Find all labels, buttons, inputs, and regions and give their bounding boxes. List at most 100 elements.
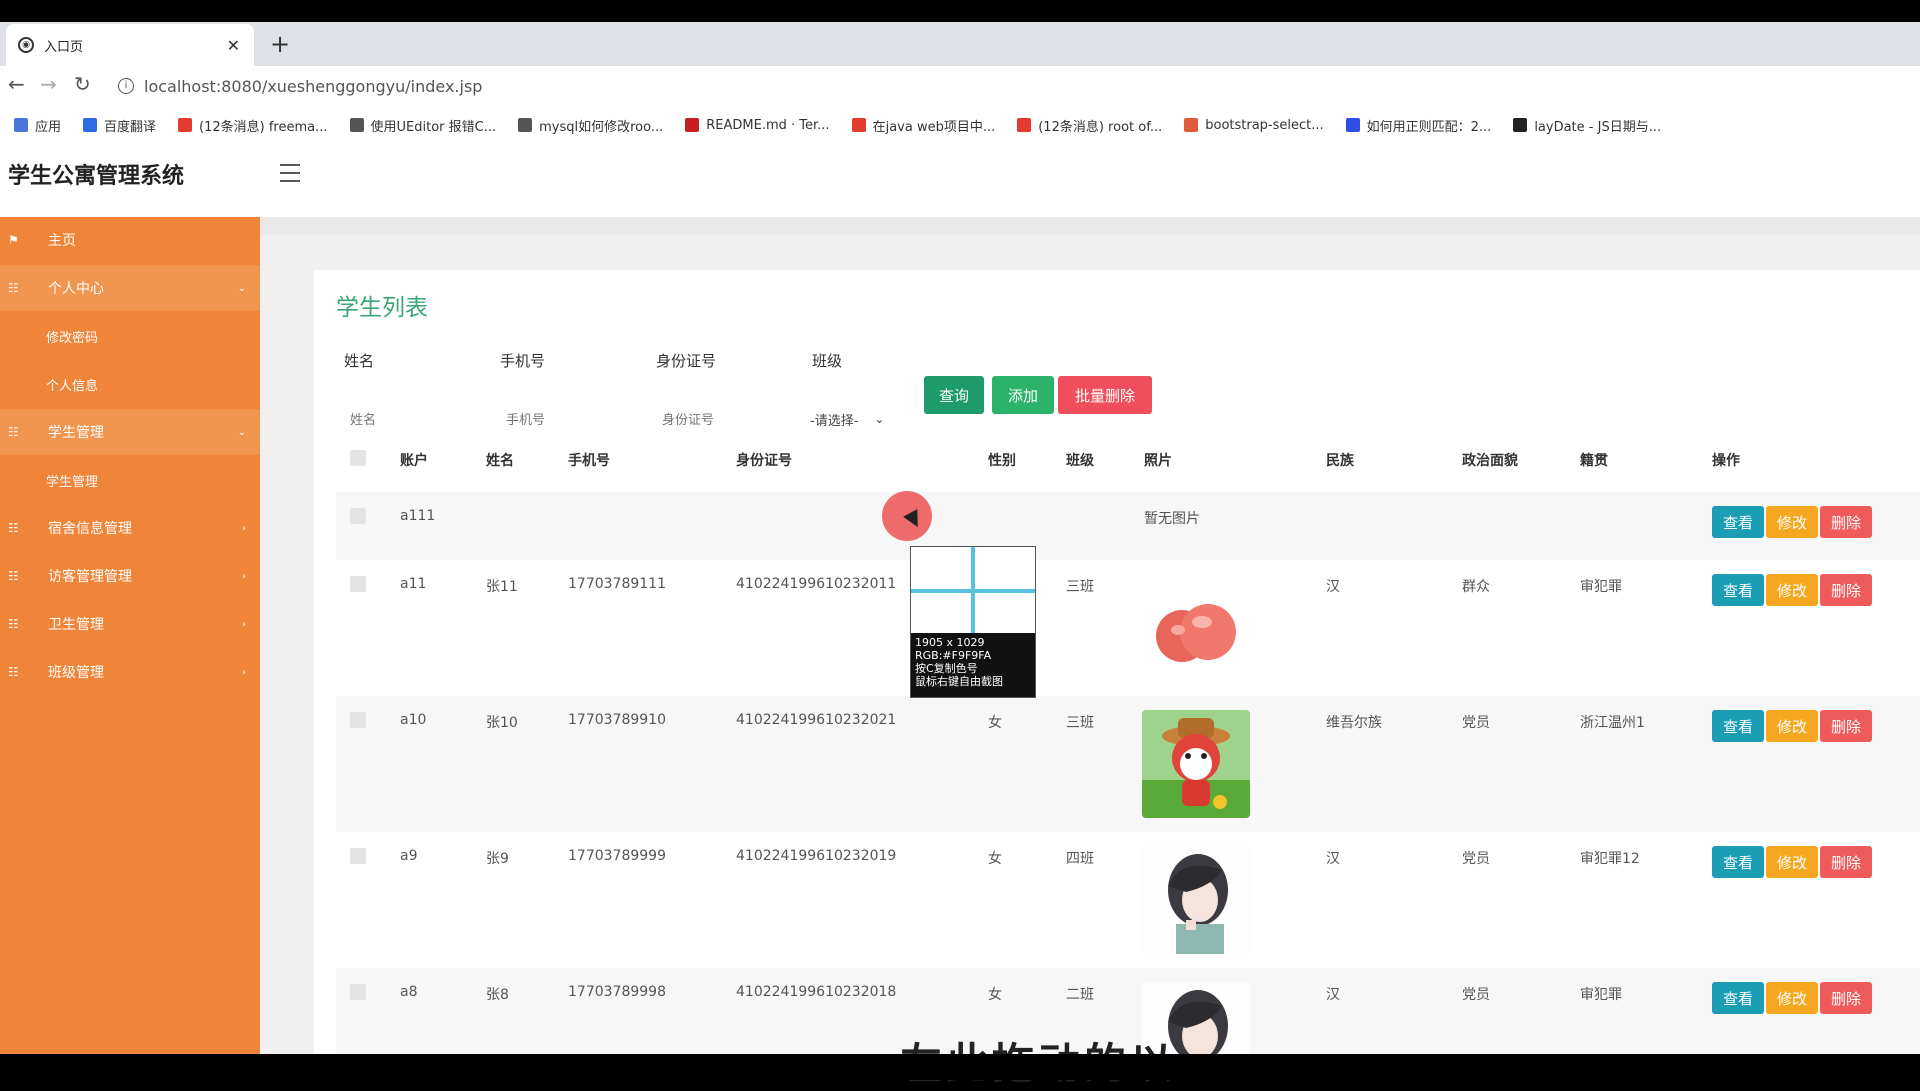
bookmark-label: mysql如何修改roo... xyxy=(539,119,664,135)
cell-account: a11 xyxy=(400,576,427,592)
bookmark-item[interactable]: 应用 xyxy=(14,116,61,135)
gitee-icon xyxy=(685,118,700,132)
edit-button[interactable]: 修改 xyxy=(1766,982,1818,1014)
bookmark-item[interactable]: bootstrap-select... xyxy=(1184,118,1324,133)
bookmark-item[interactable]: 如何用正则匹配：2... xyxy=(1345,116,1491,135)
view-button[interactable]: 查看 xyxy=(1712,710,1764,742)
color-picker-overlay: 1905 x 1029 RGB:#F9F9FA 按C复制色号 鼠标右键自由截图 xyxy=(910,546,1036,698)
view-button[interactable]: 查看 xyxy=(1712,574,1764,606)
grid-icon: ☷ xyxy=(8,617,19,631)
browser-tab[interactable]: ◉ 入口页 ✕ xyxy=(6,24,254,66)
cell-ethnicity: 汉 xyxy=(1326,851,1340,867)
sidebar-item[interactable]: 个人信息 xyxy=(0,361,260,407)
no-photo-text: 暂无图片 xyxy=(1144,511,1200,527)
table-header: 账户 姓名 手机号 身份证号 性别 班级 照片 民族 政治面貌 籍贯 操作 xyxy=(336,428,1920,493)
color-picker-info: 1905 x 1029 RGB:#F9F9FA 按C复制色号 鼠标右键自由截图 xyxy=(911,633,1035,697)
cell-political: 群众 xyxy=(1462,579,1490,595)
new-tab-button[interactable]: + xyxy=(270,30,290,58)
column-header: 政治面貌 xyxy=(1462,453,1518,469)
cell-name: 张8 xyxy=(486,987,509,1003)
bookmark-label: (12条消息) freema... xyxy=(199,119,328,135)
row-checkbox[interactable] xyxy=(350,576,366,592)
cell-account: a10 xyxy=(400,712,427,728)
bottom-black-border xyxy=(0,1054,1920,1080)
menu-toggle-icon[interactable] xyxy=(280,164,300,182)
delete-button[interactable]: 删除 xyxy=(1820,982,1872,1014)
reload-icon[interactable]: ↻ xyxy=(74,72,91,96)
query-button[interactable]: 查询 xyxy=(924,376,984,414)
ueditor-icon xyxy=(349,118,364,132)
chevron-icon: › xyxy=(242,570,246,582)
content-top-strip xyxy=(260,217,1920,235)
column-header: 账户 xyxy=(400,453,428,469)
view-button[interactable]: 查看 xyxy=(1712,982,1764,1014)
picker-rgb: RGB:#F9F9FA xyxy=(915,649,992,662)
cell-ethnicity: 维吾尔族 xyxy=(1326,715,1382,731)
sidebar-item[interactable]: ⚑ 主页 xyxy=(0,217,260,263)
column-header: 性别 xyxy=(988,453,1016,469)
browser-navbar: ← → ↻ i localhost:8080/xueshenggongyu/in… xyxy=(0,66,1920,109)
cell-ethnicity: 汉 xyxy=(1326,987,1340,1003)
sidebar-item[interactable]: 学生管理 xyxy=(0,457,260,503)
bookmark-item[interactable]: layDate - JS日期与... xyxy=(1513,116,1661,135)
delete-button[interactable]: 删除 xyxy=(1820,846,1872,878)
bookmark-item[interactable]: README.md · Ter... xyxy=(685,117,830,133)
cell-gender: 女 xyxy=(988,851,1002,867)
cell-class: 四班 xyxy=(1066,851,1094,867)
info-icon[interactable]: i xyxy=(118,78,134,94)
cell-ethnicity: 汉 xyxy=(1326,579,1340,595)
cell-gender: 女 xyxy=(988,987,1002,1003)
class-label: 班级 xyxy=(812,352,843,370)
edit-button[interactable]: 修改 xyxy=(1766,710,1818,742)
bookmark-item[interactable]: 使用UEditor 报错C... xyxy=(349,116,496,135)
tab-close-icon[interactable]: ✕ xyxy=(227,36,240,55)
sidebar-item[interactable]: ☷ 班级管理 › xyxy=(0,649,260,695)
row-checkbox[interactable] xyxy=(350,712,366,728)
cell-hometown: 审犯罪 xyxy=(1580,987,1622,1003)
delete-button[interactable]: 删除 xyxy=(1820,710,1872,742)
table-row: a10 张10 17703789910 410224199610232021 女 三班 维吾… xyxy=(336,696,1920,833)
view-button[interactable]: 查看 xyxy=(1712,506,1764,538)
add-button[interactable]: 添加 xyxy=(992,376,1054,414)
sidebar-item[interactable]: ☷ 学生管理 ⌄ xyxy=(0,409,260,455)
grid-icon: ☷ xyxy=(8,665,19,679)
bookmark-item[interactable]: (12条消息) root of... xyxy=(1017,116,1162,135)
row-checkbox[interactable] xyxy=(350,508,366,524)
edit-button[interactable]: 修改 xyxy=(1766,574,1818,606)
cell-phone: 17703789998 xyxy=(568,984,666,1000)
cell-account: a8 xyxy=(400,984,418,1000)
cell-phone: 17703789910 xyxy=(568,712,666,728)
sidebar-item[interactable]: 修改密码 xyxy=(0,313,260,359)
edit-button[interactable]: 修改 xyxy=(1766,506,1818,538)
batch-delete-button[interactable]: 批量删除 xyxy=(1058,376,1152,414)
row-checkbox[interactable] xyxy=(350,848,366,864)
sidebar-item[interactable]: ☷ 卫生管理 › xyxy=(0,601,260,647)
mysql-icon xyxy=(518,118,533,132)
student-photo xyxy=(1142,574,1250,682)
cell-phone: 17703789111 xyxy=(568,576,666,592)
grid-icon: ☷ xyxy=(8,569,19,583)
back-arrow-icon[interactable]: ← xyxy=(8,72,25,96)
select-all-checkbox[interactable] xyxy=(350,450,366,466)
edit-button[interactable]: 修改 xyxy=(1766,846,1818,878)
bookmark-item[interactable]: 在java web项目中... xyxy=(851,116,995,135)
cell-name: 张11 xyxy=(486,579,518,595)
bookmark-label: README.md · Ter... xyxy=(706,117,830,133)
forward-arrow-icon[interactable]: → xyxy=(40,72,57,96)
bookmark-item[interactable]: 百度翻译 xyxy=(83,116,156,135)
table-row: a11 张11 17703789111 410224199610232011 三班 汉 群众… xyxy=(336,560,1920,697)
delete-button[interactable]: 删除 xyxy=(1820,574,1872,606)
bookmark-item[interactable]: mysql如何修改roo... xyxy=(518,116,663,135)
sidebar-item[interactable]: ☷ 访客管理管理 › xyxy=(0,553,260,599)
url-text: localhost:8080/xueshenggongyu/index.jsp xyxy=(144,76,483,96)
student-photo xyxy=(1142,710,1250,818)
row-checkbox[interactable] xyxy=(350,984,366,1000)
sidebar-item-label: 访客管理管理 xyxy=(48,569,132,585)
sidebar-item[interactable]: ☷ 宿舍信息管理 › xyxy=(0,505,260,551)
delete-button[interactable]: 删除 xyxy=(1820,506,1872,538)
baidu-translate-icon xyxy=(83,118,98,132)
address-bar[interactable]: i localhost:8080/xueshenggongyu/index.js… xyxy=(110,70,1910,102)
bookmark-item[interactable]: (12条消息) freema... xyxy=(178,116,328,135)
sidebar-item[interactable]: ☷ 个人中心 ⌄ xyxy=(0,265,260,311)
view-button[interactable]: 查看 xyxy=(1712,846,1764,878)
